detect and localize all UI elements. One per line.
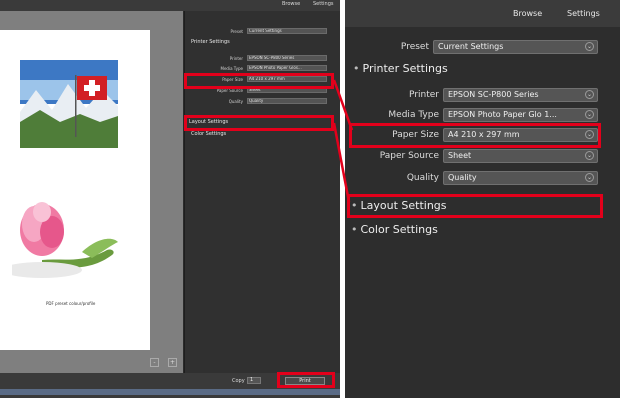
preset-value: Current Settings — [438, 42, 504, 51]
printer-value: EPSON SC-P800 Series — [448, 90, 539, 99]
left-media-type-label: Media Type — [220, 66, 243, 71]
quality-select[interactable]: Quality ⌄ — [443, 171, 598, 185]
section-bullet-icon: • — [351, 223, 358, 236]
color-settings-title: Color Settings — [360, 223, 438, 236]
media-type-label: Media Type — [388, 110, 439, 120]
zoomed-settings-panel: Browse Settings Preset Current Settings … — [345, 0, 620, 398]
right-top-bar: Browse Settings — [345, 0, 620, 27]
chevron-down-icon: ⌄ — [585, 173, 594, 182]
chevron-down-icon: ⌄ — [585, 90, 594, 99]
left-highlight-layout-settings — [184, 115, 334, 131]
section-bullet-icon: • — [353, 62, 360, 75]
left-status-strip — [0, 389, 340, 395]
lightroom-print-window: Browse Settings PDF preset colour/profil… — [0, 0, 340, 398]
preview-photo-flower — [2, 190, 122, 294]
left-top-bar: Browse Settings — [0, 0, 340, 11]
zoom-in-icon[interactable]: + — [168, 358, 177, 367]
preview-page: PDF preset colour/profile — [0, 30, 150, 350]
printer-settings-title: Printer Settings — [362, 62, 448, 75]
left-highlight-print-button — [277, 372, 335, 388]
left-printer-settings-section[interactable]: Printer Settings — [191, 39, 230, 45]
left-quality-label: Quality — [228, 99, 243, 104]
left-preset-select[interactable]: Current Settings — [247, 28, 327, 34]
highlight-paper-size — [349, 123, 601, 148]
printer-settings-section[interactable]: • Printer Settings — [353, 62, 448, 75]
preview-photo-swiss-flag — [20, 60, 118, 148]
left-media-type-select[interactable]: EPSON Photo Paper Glos... — [247, 65, 327, 71]
preset-label: Preset — [400, 42, 429, 52]
quality-label: Quality — [406, 173, 439, 183]
preset-select[interactable]: Current Settings ⌄ — [433, 40, 598, 54]
left-settings-tab[interactable]: Settings — [313, 1, 334, 7]
left-printer-select[interactable]: EPSON SC-P800 Series — [247, 55, 327, 61]
chevron-down-icon: ⌄ — [585, 110, 594, 119]
printer-select[interactable]: EPSON SC-P800 Series ⌄ — [443, 88, 598, 102]
left-preset-label: Preset — [230, 29, 243, 34]
media-type-value: EPSON Photo Paper Glo 1... — [448, 110, 557, 119]
media-type-select[interactable]: EPSON Photo Paper Glo 1... ⌄ — [443, 108, 598, 122]
browse-tab[interactable]: Browse — [513, 9, 542, 18]
color-settings-section[interactable]: • Color Settings — [351, 223, 438, 236]
paper-source-label: Paper Source — [379, 151, 439, 161]
printer-label: Printer — [409, 90, 439, 100]
settings-tab[interactable]: Settings — [567, 9, 600, 18]
chevron-down-icon: ⌄ — [585, 151, 594, 160]
left-color-settings-section[interactable]: Color Settings — [191, 131, 226, 137]
paper-source-select[interactable]: Sheet ⌄ — [443, 149, 598, 163]
left-highlight-paper-size — [184, 73, 334, 89]
paper-source-value: Sheet — [448, 151, 472, 160]
left-quality-select[interactable]: Quality — [247, 98, 327, 104]
highlight-layout-settings — [347, 194, 603, 218]
copies-input[interactable]: 1 — [247, 377, 261, 384]
left-settings-sidebar: Preset Current Settings Printer Settings… — [184, 11, 340, 373]
preview-caption: PDF preset colour/profile — [46, 301, 96, 306]
chevron-down-icon: ⌄ — [585, 42, 594, 51]
quality-value: Quality — [448, 173, 477, 182]
left-browse-tab[interactable]: Browse — [282, 1, 300, 7]
left-printer-label: Printer — [229, 56, 243, 61]
zoom-out-icon[interactable]: - — [150, 358, 159, 367]
copies-label: Copy — [232, 378, 245, 384]
